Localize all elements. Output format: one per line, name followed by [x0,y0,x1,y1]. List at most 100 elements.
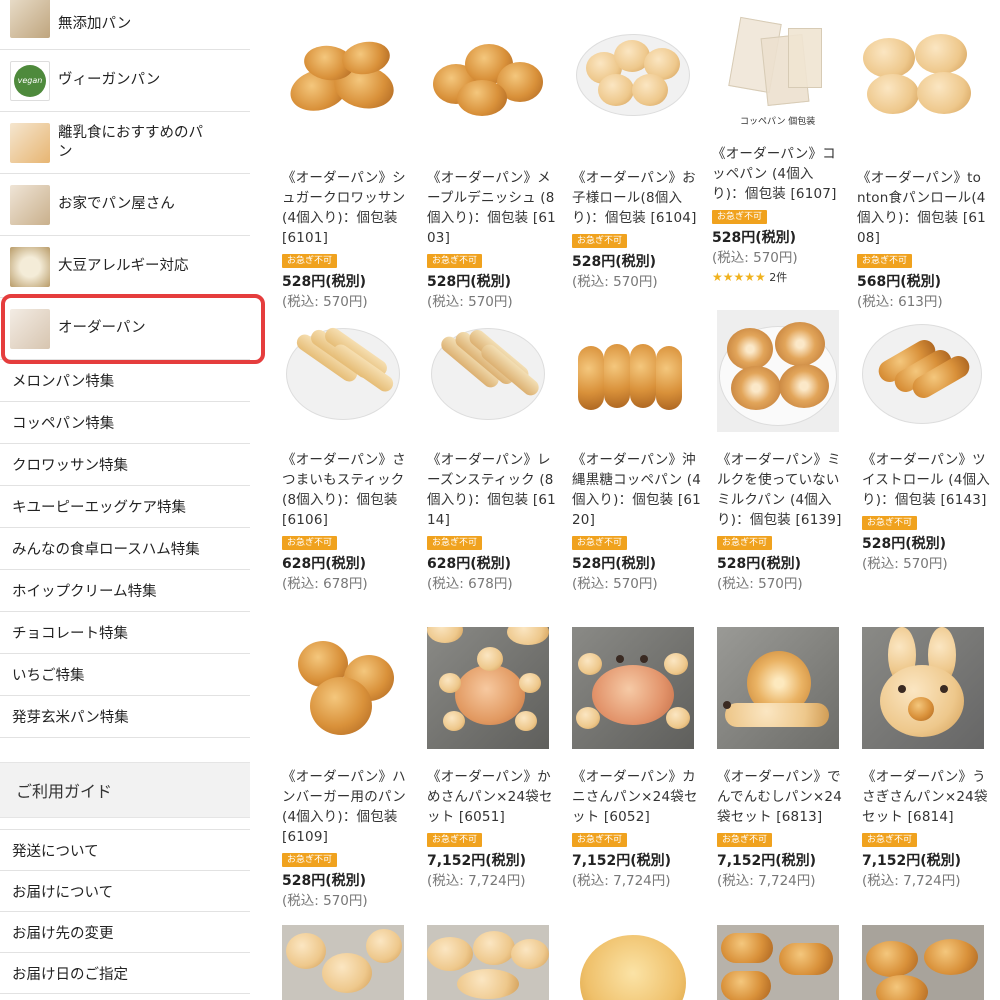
product-card[interactable] [572,925,702,1000]
product-card[interactable]: 《オーダーパン》ミルクを使っていないミルクパン (4個入り)：個包装 [6139… [717,310,847,594]
guide-item-shipping[interactable]: 発送について [0,830,250,871]
product-price: 628円(税別) [427,556,512,572]
product-card[interactable]: 《オーダーパン》ハンバーガー用のパン (4個入り)：個包装 [6109] お急ぎ… [282,627,412,911]
product-card[interactable] [282,925,412,1000]
sidebar-item-label: 大豆アレルギー対応 [58,258,189,274]
product-image[interactable] [862,310,984,432]
sidebar-item-baby-food-bread[interactable]: 離乳食におすすめのパン [0,112,250,174]
product-image[interactable] [572,925,694,1000]
product-price-tax-incl: (税込: 570円) [282,294,368,310]
product-image[interactable] [282,28,404,150]
product-name[interactable]: 《オーダーパン》うさぎさんパン×24袋セット [6814] [862,767,992,827]
product-image[interactable] [862,627,984,749]
product-card[interactable]: 《オーダーパン》さつまいもスティック (8個入り)：個包装 [6106] お急ぎ… [282,310,412,594]
product-name[interactable]: 《オーダーパン》レーズンスティック (8個入り)：個包装 [6114] [427,450,557,530]
guide-heading: ご利用ガイド [0,762,250,818]
no-rush-badge: お急ぎ不可 [572,833,628,847]
guide-item-label: 発送について [12,843,99,860]
category-thumbnail [10,122,50,163]
product-name[interactable]: 《オーダーパン》お子様ロール(8個入り)：個包装 [6104] [572,168,702,228]
guide-item-change-address[interactable]: お届け先の変更 [0,912,250,953]
product-card[interactable]: 《オーダーパン》シュガークロワッサン (4個入り)：個包装 [6101] お急ぎ… [282,28,412,312]
product-card[interactable] [427,925,557,1000]
sidebar-item-melon-bread[interactable]: メロンパン特集 [0,360,250,402]
product-card[interactable] [717,925,847,1000]
product-name[interactable]: 《オーダーパン》ミルクを使っていないミルクパン (4個入り)：個包装 [6139… [717,450,847,530]
product-image[interactable] [282,310,404,432]
sidebar-item-label: ホイップクリーム特集 [12,584,157,600]
sidebar-item-home-bakery[interactable]: お家でパン屋さん [0,174,250,236]
product-image[interactable] [282,627,404,749]
product-image[interactable] [717,310,839,432]
product-name[interactable]: 《オーダーパン》ハンバーガー用のパン (4個入り)：個包装 [6109] [282,767,412,847]
product-card[interactable]: 《オーダーパン》ツイストロール (4個入り)：個包装 [6143] お急ぎ不可 … [862,310,992,574]
sidebar-item-kewpie-eggcare[interactable]: キユーピーエッグケア特集 [0,486,250,528]
guide-item-delivery[interactable]: お届けについて [0,871,250,912]
product-image[interactable] [572,627,694,749]
sidebar-item-vegan-bread[interactable]: vegan ヴィーガンパン [0,50,250,112]
sidebar-item-additive-free-bread[interactable]: 無添加パン [0,0,250,50]
product-image[interactable] [427,627,549,749]
product-rating[interactable]: ★★★★★ 2件 [712,269,842,285]
product-price-tax-incl: (税込: 678円) [282,576,368,592]
product-price: 528円(税別) [572,254,657,270]
sidebar-item-soy-allergy[interactable]: 大豆アレルギー対応 [0,236,250,298]
product-card[interactable]: 《オーダーパン》tonton食パンロール(4個入り)：個包装 [6108] お急… [857,28,987,312]
product-price-tax-incl: (税込: 570円) [717,576,803,592]
product-card[interactable]: 《オーダーパン》でんでんむしパン×24袋セット [6813] お急ぎ不可 7,1… [717,627,847,891]
no-rush-badge: お急ぎ不可 [717,536,773,550]
image-caption: コッペパン 個包装 [740,117,816,126]
product-card[interactable]: 《オーダーパン》かめさんパン×24袋セット [6051] お急ぎ不可 7,152… [427,627,557,891]
product-card[interactable] [862,925,992,1000]
product-name[interactable]: 《オーダーパン》tonton食パンロール(4個入り)：個包装 [6108] [857,168,987,248]
product-price-tax-incl: (税込: 7,724円) [427,873,526,889]
product-price-tax-incl: (税込: 613円) [857,294,943,310]
product-image[interactable] [857,28,979,150]
product-name[interactable]: 《オーダーパン》コッペパン (4個入り)：個包装 [6107] [712,144,842,204]
product-card[interactable]: 《オーダーパン》お子様ロール(8個入り)：個包装 [6104] お急ぎ不可 52… [572,28,702,292]
product-image[interactable] [427,925,549,1000]
product-card[interactable]: 《オーダーパン》うさぎさんパン×24袋セット [6814] お急ぎ不可 7,15… [862,627,992,891]
product-image[interactable] [862,925,984,1000]
product-price: 7,152円(税別) [572,853,672,869]
sidebar-item-koppe-bread[interactable]: コッペパン特集 [0,402,250,444]
product-name[interactable]: 《オーダーパン》かめさんパン×24袋セット [6051] [427,767,557,827]
no-rush-badge: お急ぎ不可 [862,516,918,530]
product-price: 7,152円(税別) [717,853,817,869]
product-image[interactable] [572,310,694,432]
divider [0,818,250,830]
product-image[interactable] [717,627,839,749]
product-card[interactable]: コッペパン 個包装 《オーダーパン》コッペパン (4個入り)：個包装 [6107… [712,14,842,285]
product-image[interactable] [282,925,404,1000]
guide-item-delivery-date[interactable]: お届け日のご指定 [0,953,250,994]
product-name[interactable]: 《オーダーパン》メープルデニッシュ (8個入り)：個包装 [6103] [427,168,557,248]
sidebar-item-chocolate[interactable]: チョコレート特集 [0,612,250,654]
product-image[interactable] [717,925,839,1000]
product-image[interactable] [427,28,549,150]
product-name[interactable]: 《オーダーパン》カニさんパン×24袋セット [6052] [572,767,702,827]
sidebar-item-label: メロンパン特集 [12,374,115,390]
product-card[interactable]: 《オーダーパン》カニさんパン×24袋セット [6052] お急ぎ不可 7,152… [572,627,702,891]
product-card[interactable]: 《オーダーパン》レーズンスティック (8個入り)：個包装 [6114] お急ぎ不… [427,310,557,594]
product-image[interactable]: コッペパン 個包装 [712,14,834,126]
sidebar-item-strawberry[interactable]: いちご特集 [0,654,250,696]
product-name[interactable]: 《オーダーパン》シュガークロワッサン (4個入り)：個包装 [6101] [282,168,412,248]
product-name[interactable]: 《オーダーパン》でんでんむしパン×24袋セット [6813] [717,767,847,827]
product-image[interactable] [572,28,694,150]
product-price-tax-incl: (税込: 7,724円) [572,873,671,889]
sidebar-item-whipped-cream[interactable]: ホイップクリーム特集 [0,570,250,612]
sidebar-item-roast-ham[interactable]: みんなの食卓ロースハム特集 [0,528,250,570]
product-name[interactable]: 《オーダーパン》ツイストロール (4個入り)：個包装 [6143] [862,450,992,510]
no-rush-badge: お急ぎ不可 [427,536,483,550]
sidebar-item-brown-rice[interactable]: 発芽玄米パン特集 [0,696,250,738]
sidebar-item-croissant[interactable]: クロワッサン特集 [0,444,250,486]
product-image[interactable] [427,310,549,432]
review-count: 2件 [769,271,788,284]
product-card[interactable]: 《オーダーパン》沖縄黒糖コッペパン (4個入り)：個包装 [6120] お急ぎ不… [572,310,702,594]
product-card[interactable]: 《オーダーパン》メープルデニッシュ (8個入り)：個包装 [6103] お急ぎ不… [427,28,557,312]
product-name[interactable]: 《オーダーパン》沖縄黒糖コッペパン (4個入り)：個包装 [6120] [572,450,702,530]
sidebar-item-label: いちご特集 [12,668,85,684]
product-name[interactable]: 《オーダーパン》さつまいもスティック (8個入り)：個包装 [6106] [282,450,412,530]
star-rating-icon: ★★★★★ [712,270,766,284]
product-price: 628円(税別) [282,556,367,572]
